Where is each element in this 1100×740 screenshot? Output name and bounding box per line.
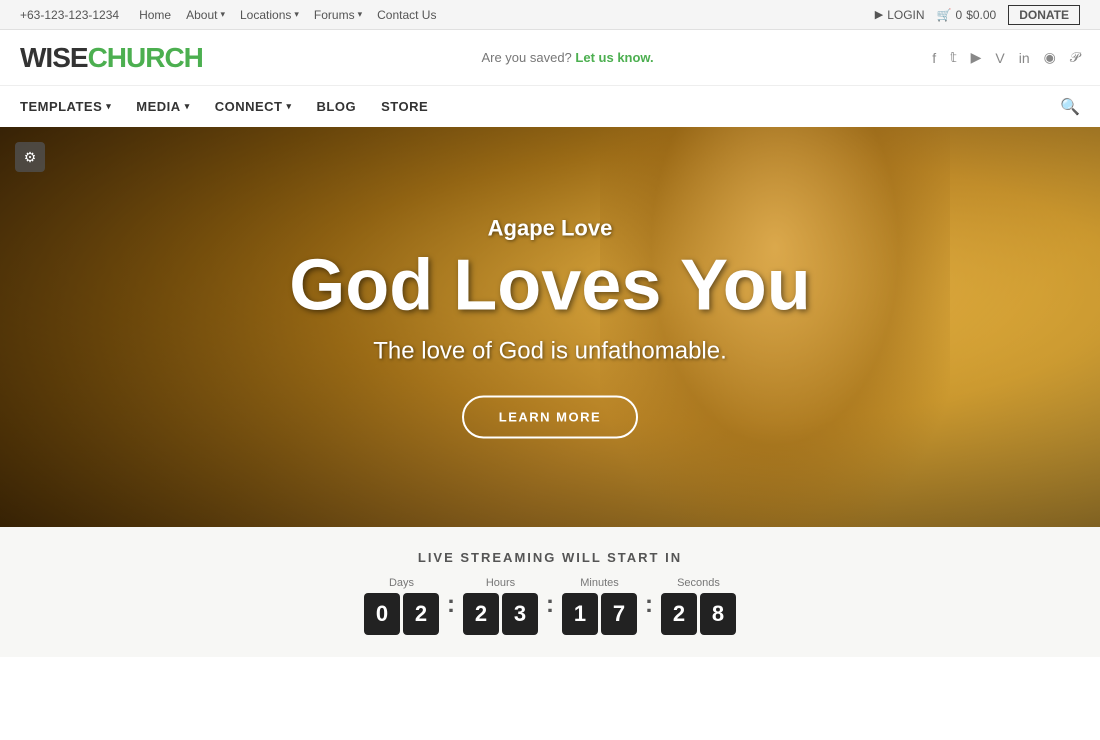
top-bar-left: +63-123-123-1234 Home About ▾ Locations … <box>20 8 436 22</box>
cart-icon: 🛒 <box>937 8 952 22</box>
seconds-digit-1: 8 <box>700 593 736 635</box>
nav-templates[interactable]: TEMPLATES ▾ <box>20 99 111 114</box>
hero-subtitle: Agape Love <box>150 216 950 242</box>
main-nav: TEMPLATES ▾ MEDIA ▾ CONNECT ▾ BLOG STORE… <box>0 85 1100 127</box>
social-twitter[interactable]: 𝕥 <box>950 49 957 66</box>
about-chevron-icon: ▾ <box>220 9 225 20</box>
countdown-section: LIVE STREAMING WILL START IN Days 0 2 : … <box>0 527 1100 657</box>
hours-digit-1: 3 <box>502 593 538 635</box>
countdown-label: LIVE STREAMING WILL START IN <box>418 550 682 565</box>
nav-store[interactable]: STORE <box>381 99 428 114</box>
social-linkedin[interactable]: in <box>1019 50 1030 66</box>
gear-icon: ⚙ <box>24 149 37 166</box>
hero-section: ⚙ Agape Love God Loves You The love of G… <box>0 127 1100 527</box>
seconds-digits: 2 8 <box>661 593 736 635</box>
seconds-label: Seconds <box>677 577 720 589</box>
nav-about[interactable]: About ▾ <box>186 8 225 22</box>
social-youtube[interactable]: ▶ <box>971 49 982 66</box>
days-digit-0: 0 <box>364 593 400 635</box>
nav-blog[interactable]: BLOG <box>317 99 357 114</box>
hours-digit-0: 2 <box>463 593 499 635</box>
login-icon: ▶ <box>875 8 883 21</box>
hours-label: Hours <box>486 577 515 589</box>
days-digits: 0 2 <box>364 593 439 635</box>
main-nav-links: TEMPLATES ▾ MEDIA ▾ CONNECT ▾ BLOG STORE <box>20 99 428 114</box>
gear-button[interactable]: ⚙ <box>15 142 45 172</box>
templates-chevron-icon: ▾ <box>106 101 111 112</box>
logo-church: CHURCH <box>88 42 203 74</box>
minutes-digit-0: 1 <box>562 593 598 635</box>
social-instagram[interactable]: ◉ <box>1044 49 1056 66</box>
cart-amount[interactable]: $0.00 <box>966 8 996 22</box>
hero-description: The love of God is unfathomable. <box>150 338 950 366</box>
countdown-timer: Days 0 2 : Hours 2 3 : Minutes 1 7 : <box>364 577 736 635</box>
learn-more-button[interactable]: LEARN MORE <box>462 396 638 439</box>
let-us-know-link[interactable]: Let us know. <box>575 50 653 65</box>
minutes-digits: 1 7 <box>562 593 637 635</box>
search-icon[interactable]: 🔍 <box>1060 97 1080 117</box>
logo: WISE CHURCH <box>20 42 203 74</box>
connect-chevron-icon: ▾ <box>287 101 292 112</box>
nav-connect[interactable]: CONNECT ▾ <box>215 99 292 114</box>
logo-wise: WISE <box>20 42 88 74</box>
nav-media[interactable]: MEDIA ▾ <box>136 99 189 114</box>
countdown-days: Days 0 2 <box>364 577 439 635</box>
countdown-seconds: Seconds 2 8 <box>661 577 736 635</box>
phone-link[interactable]: +63-123-123-1234 <box>20 8 119 22</box>
hero-title: God Loves You <box>150 250 950 322</box>
top-bar-nav: Home About ▾ Locations ▾ Forums ▾ Contac… <box>139 8 436 22</box>
hours-digits: 2 3 <box>463 593 538 635</box>
minutes-label: Minutes <box>580 577 619 589</box>
social-facebook[interactable]: f <box>932 50 936 66</box>
colon-3: : <box>645 591 653 619</box>
top-bar: +63-123-123-1234 Home About ▾ Locations … <box>0 0 1100 30</box>
middle-message: Are you saved? Let us know. <box>481 50 653 65</box>
countdown-minutes: Minutes 1 7 <box>562 577 637 635</box>
days-label: Days <box>389 577 414 589</box>
nav-locations[interactable]: Locations ▾ <box>240 8 299 22</box>
cart-count: 0 <box>956 8 963 22</box>
social-vimeo[interactable]: V <box>995 50 1004 66</box>
seconds-digit-0: 2 <box>661 593 697 635</box>
top-bar-right: ▶ LOGIN 🛒 0 $0.00 DONATE <box>875 5 1080 25</box>
nav-forums[interactable]: Forums ▾ <box>314 8 362 22</box>
donate-button[interactable]: DONATE <box>1008 5 1080 25</box>
media-chevron-icon: ▾ <box>185 101 190 112</box>
nav-contact[interactable]: Contact Us <box>377 8 436 22</box>
cart-area: 🛒 0 $0.00 <box>937 8 997 22</box>
colon-2: : <box>546 591 554 619</box>
nav-home[interactable]: Home <box>139 8 171 22</box>
days-digit-1: 2 <box>403 593 439 635</box>
minutes-digit-1: 7 <box>601 593 637 635</box>
colon-1: : <box>447 591 455 619</box>
social-pinterest[interactable]: 𝒫 <box>1070 49 1080 66</box>
hero-content: Agape Love God Loves You The love of God… <box>150 216 950 439</box>
countdown-hours: Hours 2 3 <box>463 577 538 635</box>
forums-chevron-icon: ▾ <box>358 9 363 20</box>
middle-bar: WISE CHURCH Are you saved? Let us know. … <box>0 30 1100 85</box>
login-link[interactable]: ▶ LOGIN <box>875 8 925 22</box>
locations-chevron-icon: ▾ <box>294 9 299 20</box>
social-icons: f 𝕥 ▶ V in ◉ 𝒫 <box>932 49 1080 66</box>
